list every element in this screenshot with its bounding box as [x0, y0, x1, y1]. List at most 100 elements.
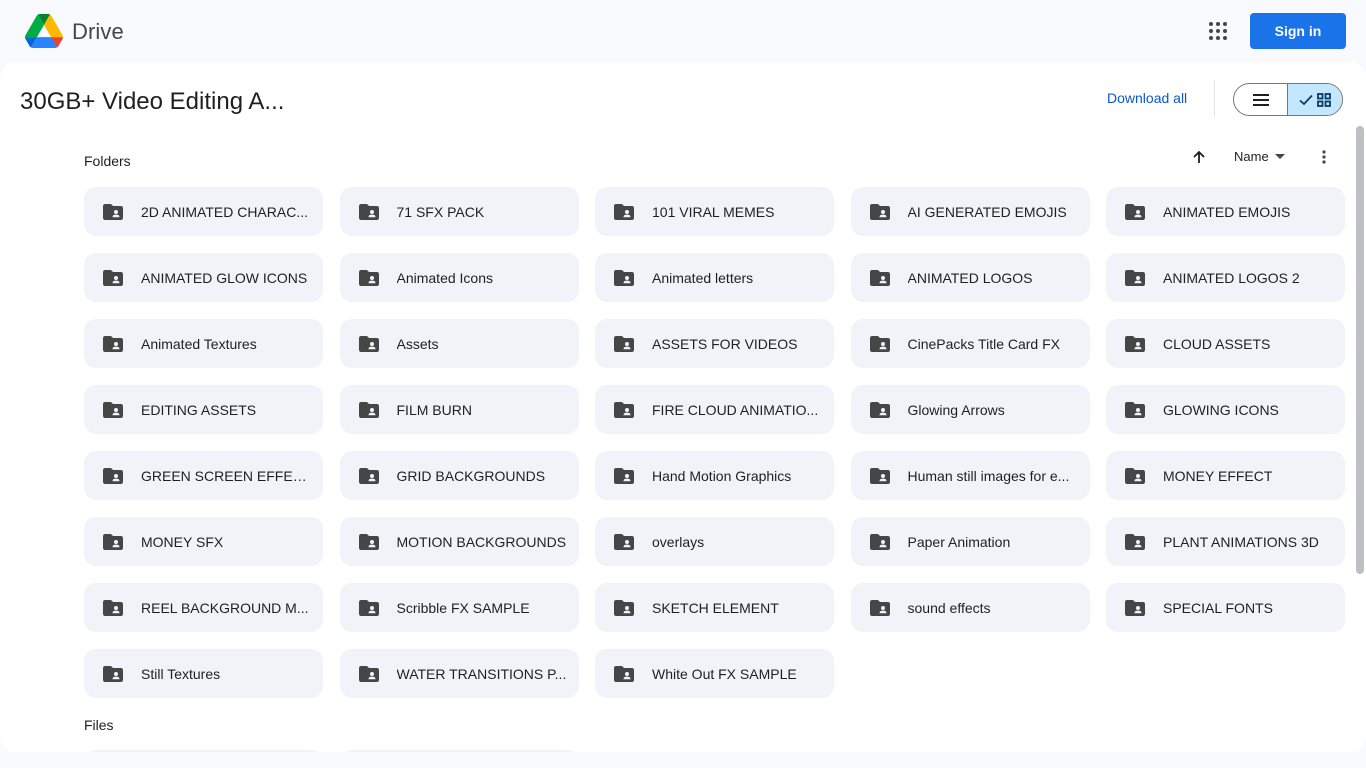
sign-in-button[interactable]: Sign in — [1250, 13, 1346, 49]
folder-name: ANIMATED GLOW ICONS — [141, 269, 308, 286]
folder-item[interactable]: 101 VIRAL MEMES — [595, 187, 834, 236]
shared-folder-icon — [614, 203, 634, 220]
folder-item[interactable]: Paper Animation — [850, 517, 1090, 566]
folder-item[interactable]: FIRE CLOUD ANIMATIO... — [595, 385, 834, 434]
folder-name: GRID BACKGROUNDS — [396, 467, 546, 484]
shared-folder-icon — [358, 335, 379, 352]
shared-folder-icon — [1125, 203, 1145, 220]
folder-item[interactable]: Hand Motion Graphics — [595, 451, 834, 500]
folder-item[interactable]: GREEN SCREEN EFFECTS — [84, 451, 323, 500]
folder-name: 71 SFX PACK — [396, 203, 485, 220]
grid-view-icon — [1317, 92, 1331, 107]
folder-item[interactable]: ANIMATED GLOW ICONS — [84, 253, 323, 302]
shared-folder-icon — [358, 533, 379, 550]
folder-name: SPECIAL FONTS — [1163, 599, 1273, 616]
folder-item[interactable]: ANIMATED EMOJIS — [1106, 187, 1345, 236]
grid-view-button[interactable] — [1288, 84, 1342, 115]
shared-folder-icon — [103, 401, 123, 418]
shared-folder-icon — [358, 665, 379, 682]
shared-folder-icon — [103, 269, 123, 286]
shared-folder-icon — [869, 269, 890, 286]
folder-item[interactable]: sound effects — [850, 583, 1090, 632]
shared-folder-icon — [1125, 533, 1145, 550]
file-card[interactable] — [340, 750, 579, 752]
folder-item[interactable]: SPECIAL FONTS — [1106, 583, 1345, 632]
folder-item[interactable]: Glowing Arrows — [850, 385, 1090, 434]
folder-item[interactable]: Animated letters — [595, 253, 834, 302]
shared-folder-icon — [614, 467, 634, 484]
folder-name: Scribble FX SAMPLE — [396, 599, 530, 616]
apps-grid-button[interactable] — [1202, 15, 1234, 47]
folders-section-label: Folders — [84, 153, 131, 169]
sort-by-label: Name — [1234, 149, 1269, 164]
folder-item[interactable]: Animated Icons — [339, 253, 579, 302]
folder-name: MONEY SFX — [141, 533, 224, 550]
folder-name: 101 VIRAL MEMES — [652, 203, 775, 220]
folder-item[interactable]: ANIMATED LOGOS — [850, 253, 1090, 302]
shared-folder-icon — [869, 467, 890, 484]
folder-item[interactable]: MONEY EFFECT — [1106, 451, 1345, 500]
drive-logo-icon[interactable] — [25, 14, 63, 48]
shared-folder-icon — [614, 533, 634, 550]
sort-by-name-dropdown[interactable]: Name — [1234, 149, 1285, 164]
folder-item[interactable]: EDITING ASSETS — [84, 385, 323, 434]
download-all-link[interactable]: Download all — [1107, 90, 1187, 106]
shared-folder-icon — [103, 203, 123, 220]
folder-item[interactable]: CLOUD ASSETS — [1106, 319, 1345, 368]
sort-direction-button[interactable] — [1188, 146, 1210, 168]
shared-folder-icon — [869, 599, 890, 616]
folder-item[interactable]: AI GENERATED EMOJIS — [850, 187, 1090, 236]
folder-item[interactable]: FILM BURN — [339, 385, 579, 434]
vertical-scrollbar[interactable] — [1356, 126, 1364, 574]
folder-item[interactable]: CinePacks Title Card FX — [850, 319, 1090, 368]
more-vertical-icon — [1322, 150, 1326, 164]
shared-folder-icon — [1125, 269, 1145, 286]
folder-item[interactable]: Still Textures — [84, 649, 323, 698]
folder-name: White Out FX SAMPLE — [652, 665, 797, 682]
folder-item[interactable]: MOTION BACKGROUNDS — [339, 517, 579, 566]
folder-item[interactable]: Animated Textures — [84, 319, 323, 368]
shared-folder-icon — [1125, 599, 1145, 616]
folder-item[interactable]: GRID BACKGROUNDS — [339, 451, 579, 500]
folder-item[interactable]: Assets — [339, 319, 579, 368]
folder-name: overlays — [652, 533, 705, 550]
list-view-icon — [1252, 93, 1269, 106]
folder-item[interactable]: 2D ANIMATED CHARAC... — [84, 187, 323, 236]
file-card[interactable] — [84, 750, 323, 752]
page-title: 30GB+ Video Editing A... — [20, 88, 285, 115]
folder-item[interactable]: WATER TRANSITIONS P... — [339, 649, 579, 698]
folder-name: CLOUD ASSETS — [1163, 335, 1271, 352]
folder-item[interactable]: GLOWING ICONS — [1106, 385, 1345, 434]
shared-folder-icon — [358, 467, 379, 484]
shared-folder-icon — [1125, 467, 1145, 484]
folder-name: MONEY EFFECT — [1163, 467, 1273, 484]
arrow-up-icon — [1193, 150, 1205, 163]
check-icon — [1299, 94, 1313, 105]
folder-name: FILM BURN — [396, 401, 472, 418]
folder-item[interactable]: MONEY SFX — [84, 517, 323, 566]
folder-item[interactable]: Scribble FX SAMPLE — [339, 583, 579, 632]
folder-name: Hand Motion Graphics — [652, 467, 792, 484]
list-view-button[interactable] — [1234, 84, 1289, 115]
folder-item[interactable]: SKETCH ELEMENT — [595, 583, 834, 632]
folder-name: Animated letters — [652, 269, 754, 286]
folder-name: Animated Icons — [396, 269, 494, 286]
folder-grid: 2D ANIMATED CHARAC... 71 SFX PACK 101 VI… — [84, 187, 1345, 698]
folder-item[interactable]: Human still images for e... — [850, 451, 1090, 500]
folder-name: Human still images for e... — [907, 467, 1070, 484]
shared-folder-icon — [103, 599, 123, 616]
shared-folder-icon — [358, 203, 379, 220]
folder-item[interactable]: overlays — [595, 517, 834, 566]
shared-folder-icon — [614, 599, 634, 616]
folder-item[interactable]: White Out FX SAMPLE — [595, 649, 834, 698]
more-options-button[interactable] — [1313, 146, 1335, 168]
main-panel: 30GB+ Video Editing A... Download all Fo… — [0, 62, 1366, 752]
folder-name: REEL BACKGROUND M... — [141, 599, 309, 616]
folder-item[interactable]: PLANT ANIMATIONS 3D — [1106, 517, 1345, 566]
folder-name: Animated Textures — [141, 335, 257, 352]
folder-item[interactable]: ASSETS FOR VIDEOS — [595, 319, 834, 368]
folder-item[interactable]: 71 SFX PACK — [339, 187, 579, 236]
folder-item[interactable]: ANIMATED LOGOS 2 — [1106, 253, 1345, 302]
shared-folder-icon — [358, 401, 379, 418]
folder-item[interactable]: REEL BACKGROUND M... — [84, 583, 323, 632]
